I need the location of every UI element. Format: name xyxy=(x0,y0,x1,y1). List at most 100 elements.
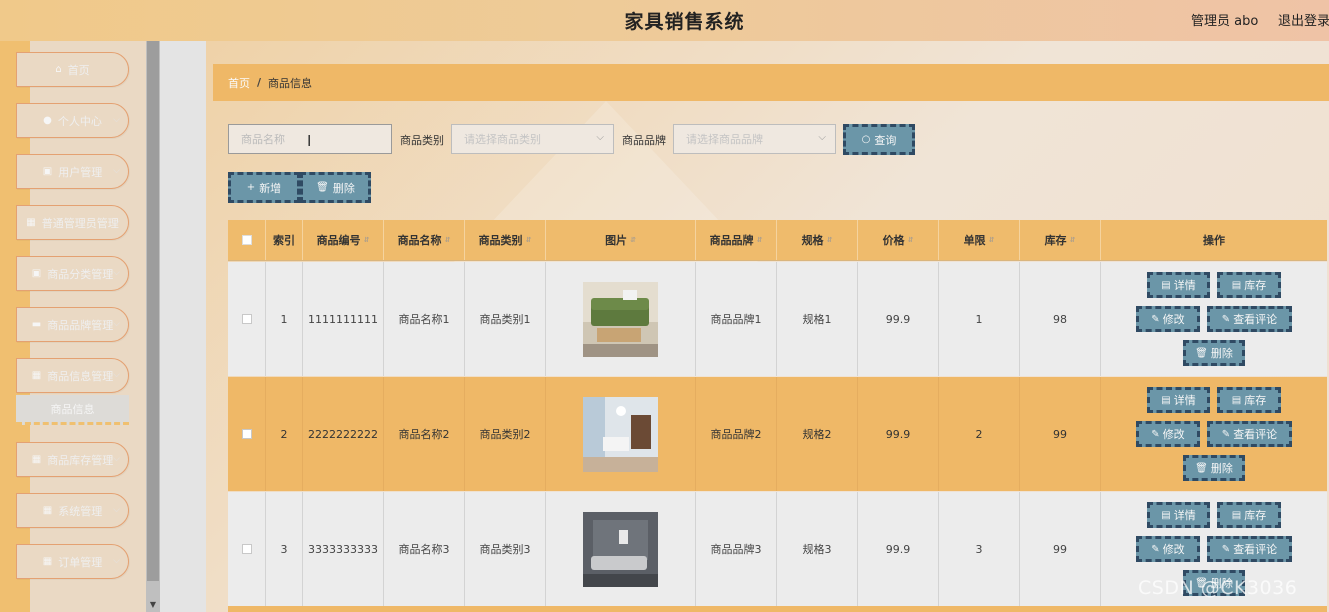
stock-button[interactable]: ▤ 库存 xyxy=(1217,502,1281,528)
col-header-index: 索引 xyxy=(266,220,303,260)
delete-button[interactable]: 🗑 删除 xyxy=(1183,340,1245,366)
category-cell: 商品类别2 xyxy=(465,377,546,491)
category-cell: 商品类别3 xyxy=(465,492,546,606)
sidebar-item-6[interactable]: ▦ 商品信息管理 ⌵ xyxy=(16,358,129,393)
sidebar-item-label: 个人中心 xyxy=(57,114,102,128)
chevron-down-icon: ⌵ xyxy=(113,115,120,125)
sidebar-item-4[interactable]: ▣ 商品分类管理 ⌵ xyxy=(16,256,129,291)
sort-icon: ⇵ xyxy=(988,236,995,244)
product-image[interactable] xyxy=(583,396,658,472)
brand-label: 商品品牌 xyxy=(622,134,666,147)
col-header-limit[interactable]: 单限 ⇵ xyxy=(939,220,1020,260)
chevron-down-icon: ⌵ xyxy=(113,556,120,566)
col-header-category[interactable]: 商品类别 ⇵ xyxy=(465,220,546,260)
chevron-down-icon: ⌵ xyxy=(113,166,120,176)
clipboard-icon: ▣ xyxy=(42,166,53,177)
grid-icon: ▦ xyxy=(26,217,36,228)
product-image[interactable] xyxy=(583,281,658,357)
col-header-brand[interactable]: 商品品牌 ⇵ xyxy=(696,220,777,260)
sort-icon: ⇵ xyxy=(525,236,532,244)
sidebar-item-label: 系统管理 xyxy=(58,504,103,518)
table-row: 1 1111111111 商品名称1 商品类别1 商品品牌1 规格1 99.9 1 98 ▤ 详情 ▤… xyxy=(228,262,1327,376)
edit-button[interactable]: ✎ 修改 xyxy=(1136,306,1200,332)
view-reviews-button[interactable]: ✎ 查看评论 xyxy=(1207,536,1292,562)
add-button[interactable]: + 新增 xyxy=(228,172,300,203)
limit-cell: 1 xyxy=(939,262,1020,376)
view-reviews-button[interactable]: ✎ 查看评论 xyxy=(1207,306,1292,332)
brand-select-placeholder: 请选择商品品牌 xyxy=(686,133,763,146)
edit-button[interactable]: ✎ 修改 xyxy=(1136,421,1200,447)
scroll-down-arrow-icon[interactable]: ▼ xyxy=(146,598,160,612)
detail-button[interactable]: ▤ 详情 xyxy=(1147,502,1210,528)
row-checkbox[interactable] xyxy=(241,314,252,324)
col-header-price[interactable]: 价格 ⇵ xyxy=(858,220,939,260)
sidebar-item-9[interactable]: ▦ 订单管理 ⌵ xyxy=(16,544,129,579)
brand-cell: 商品品牌3 xyxy=(696,492,777,606)
edit-icon: ✎ xyxy=(1221,428,1231,440)
col-header-code[interactable]: 商品编号 ⇵ xyxy=(303,220,384,260)
sort-icon: ⇵ xyxy=(630,236,636,244)
grid-icon: ▦ xyxy=(31,370,42,381)
stock-button[interactable]: ▤ 库存 xyxy=(1217,387,1281,413)
actions-cell: ▤ 详情 ▤ 库存 ✎ 修改 ✎ 查看评论 🗑 删除 xyxy=(1101,377,1327,491)
breadcrumb-current: 商品信息 xyxy=(268,76,313,90)
brand-cell: 商品品牌1 xyxy=(696,262,777,376)
sidebar-scroll-thumb[interactable] xyxy=(147,41,159,581)
document-icon: ▤ xyxy=(1231,279,1242,291)
breadcrumb-separator: / xyxy=(257,76,262,89)
table-header-row: 索引 商品编号 ⇵ 商品名称 ⇵ 商品类别 ⇵ 图片 ⇵ 商品品牌 ⇵ 规格 ⇵ 价格 ⇵ 单… xyxy=(228,220,1327,261)
price-cell: 99.9 xyxy=(858,262,939,376)
sidebar-item-3[interactable]: ▦ 普通管理员管理 ⌵ xyxy=(16,205,129,240)
index-cell: 3 xyxy=(266,492,303,606)
sort-icon: ⇵ xyxy=(363,236,370,244)
sidebar-item-label: 商品品牌管理 xyxy=(47,318,114,332)
col-header-image[interactable]: 图片 ⇵ xyxy=(546,220,696,260)
sidebar-item-label: 用户管理 xyxy=(58,165,103,179)
row-checkbox[interactable] xyxy=(241,429,252,439)
view-reviews-button[interactable]: ✎ 查看评论 xyxy=(1207,421,1292,447)
category-select[interactable]: 请选择商品类别 ⌵ xyxy=(451,124,614,154)
sidebar-subitem-product-info[interactable]: 商品信息 xyxy=(16,395,129,425)
sidebar-item-label: 订单管理 xyxy=(58,555,103,569)
brand-select[interactable]: 请选择商品品牌 ⌵ xyxy=(673,124,836,154)
price-cell: 99.9 xyxy=(858,492,939,606)
detail-button[interactable]: ▤ 详情 xyxy=(1147,387,1210,413)
sidebar-item-5[interactable]: ▬ 商品品牌管理 ⌵ xyxy=(16,307,129,342)
batch-delete-button[interactable]: 🗑 删除 xyxy=(300,172,371,203)
document-icon: ▤ xyxy=(1161,509,1171,521)
code-cell: 1111111111 xyxy=(303,262,384,376)
edit-button[interactable]: ✎ 修改 xyxy=(1136,536,1200,562)
spec-cell: 规格3 xyxy=(777,492,858,606)
edit-icon: ✎ xyxy=(1151,428,1160,440)
delete-button[interactable]: 🗑 删除 xyxy=(1183,455,1245,481)
image-cell xyxy=(546,377,696,491)
grid-icon: ▦ xyxy=(42,556,53,567)
sidebar-item-0[interactable]: ⌂ 首页 xyxy=(16,52,129,87)
name-cell: 商品名称1 xyxy=(384,262,465,376)
sidebar-item-8[interactable]: ▦ 系统管理 ⌵ xyxy=(16,493,129,528)
user-icon: ● xyxy=(43,115,52,126)
sidebar-item-7[interactable]: ▦ 商品库存管理 ⌵ xyxy=(16,442,129,477)
grid-icon: ▦ xyxy=(42,505,53,516)
limit-cell: 3 xyxy=(939,492,1020,606)
product-image[interactable] xyxy=(583,511,658,587)
col-header-name[interactable]: 商品名称 ⇵ xyxy=(384,220,465,260)
logout-link[interactable]: 退出登录 xyxy=(1278,10,1329,29)
chevron-down-icon: ⌵ xyxy=(113,217,120,227)
sidebar-item-2[interactable]: ▣ 用户管理 ⌵ xyxy=(16,154,129,189)
col-header-stock[interactable]: 库存 ⇵ xyxy=(1020,220,1101,260)
select-all-checkbox[interactable] xyxy=(241,235,252,245)
sidebar-item-1[interactable]: ● 个人中心 ⌵ xyxy=(16,103,129,138)
actions-cell: ▤ 详情 ▤ 库存 ✎ 修改 ✎ 查看评论 🗑 删除 xyxy=(1101,262,1327,376)
col-header-spec[interactable]: 规格 ⇵ xyxy=(777,220,858,260)
breadcrumb-home[interactable]: 首页 xyxy=(228,75,250,91)
stock-button[interactable]: ▤ 库存 xyxy=(1217,272,1281,298)
text-cursor-icon: I xyxy=(307,132,312,150)
row-checkbox[interactable] xyxy=(241,544,252,554)
detail-button[interactable]: ▤ 详情 xyxy=(1147,272,1210,298)
sidebar-item-label: 商品信息管理 xyxy=(47,369,114,383)
sort-icon: ⇵ xyxy=(1069,236,1076,244)
query-button[interactable]: ○ 查询 xyxy=(843,124,915,155)
stock-cell: 98 xyxy=(1020,262,1101,376)
clipboard-icon: ▣ xyxy=(31,268,42,279)
